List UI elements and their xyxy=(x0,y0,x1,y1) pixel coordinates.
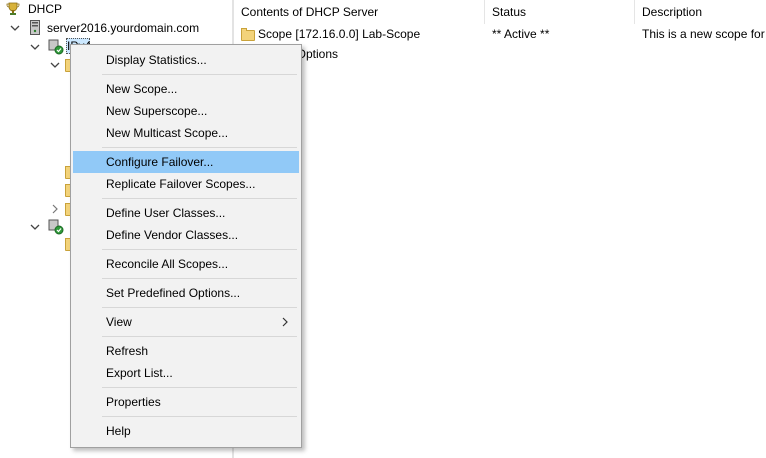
menu-separator xyxy=(102,387,297,388)
menu-separator xyxy=(102,74,297,75)
menu-item-display-statistics[interactable]: Display Statistics... xyxy=(73,49,299,71)
context-menu: Display Statistics... New Scope... New S… xyxy=(70,44,302,448)
folder-icon xyxy=(241,28,255,41)
column-header-status[interactable]: Status xyxy=(485,0,635,24)
menu-separator xyxy=(102,278,297,279)
ipv4-network-icon xyxy=(48,39,64,55)
menu-item-replicate-failover-scopes[interactable]: Replicate Failover Scopes... xyxy=(73,173,299,195)
menu-item-new-superscope[interactable]: New Superscope... xyxy=(73,100,299,122)
column-header-description[interactable]: Description xyxy=(635,0,766,24)
tree-label-dhcp: DHCP xyxy=(28,2,63,16)
menu-separator xyxy=(102,336,297,337)
table-row[interactable]: Scope [172.16.0.0] Lab-Scope xyxy=(240,25,485,43)
menu-item-configure-failover[interactable]: Configure Failover... xyxy=(73,151,299,173)
chevron-down-icon[interactable] xyxy=(30,222,40,232)
chevron-down-icon[interactable] xyxy=(30,42,40,52)
tree-label-server: server2016.yourdomain.com xyxy=(47,21,200,35)
dhcp-trophy-icon xyxy=(6,2,20,15)
menu-item-new-scope[interactable]: New Scope... xyxy=(73,78,299,100)
dhcp-console: DHCP server2016.yourdomain.com Contents … xyxy=(0,0,766,458)
menu-separator xyxy=(102,416,297,417)
row-status: ** Active ** xyxy=(492,27,550,41)
menu-item-export-list[interactable]: Export List... xyxy=(73,362,299,384)
ipv6-network-icon xyxy=(48,219,64,235)
row-description: This is a new scope for xyxy=(642,27,765,41)
menu-item-help[interactable]: Help xyxy=(73,420,299,442)
menu-item-set-predefined-options[interactable]: Set Predefined Options... xyxy=(73,282,299,304)
menu-item-new-multicast-scope[interactable]: New Multicast Scope... xyxy=(73,122,299,144)
chevron-down-icon[interactable] xyxy=(10,23,20,33)
chevron-right-icon[interactable] xyxy=(50,204,60,214)
details-pane: Contents of DHCP Server Status Descripti… xyxy=(234,0,766,458)
menu-item-refresh[interactable]: Refresh xyxy=(73,340,299,362)
menu-item-view-label: View xyxy=(106,315,132,329)
menu-separator xyxy=(102,307,297,308)
menu-item-view[interactable]: View xyxy=(73,311,299,333)
menu-separator xyxy=(102,249,297,250)
server-icon xyxy=(30,20,40,35)
menu-item-reconcile-all-scopes[interactable]: Reconcile All Scopes... xyxy=(73,253,299,275)
menu-item-properties[interactable]: Properties xyxy=(73,391,299,413)
menu-item-define-vendor-classes[interactable]: Define Vendor Classes... xyxy=(73,224,299,246)
chevron-down-icon[interactable] xyxy=(50,60,60,70)
row-name: Scope [172.16.0.0] Lab-Scope xyxy=(258,27,421,41)
menu-separator xyxy=(102,147,297,148)
menu-separator xyxy=(102,198,297,199)
menu-item-define-user-classes[interactable]: Define User Classes... xyxy=(73,202,299,224)
column-header-contents[interactable]: Contents of DHCP Server xyxy=(234,0,485,24)
